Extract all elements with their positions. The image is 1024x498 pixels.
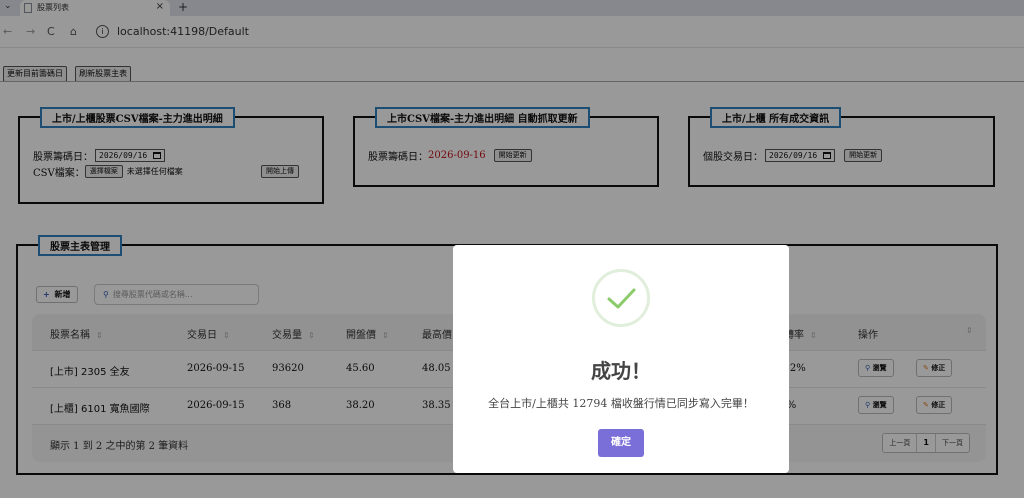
dialog-title: 成功！ [591, 359, 651, 383]
success-check-icon [592, 269, 650, 327]
success-dialog: 成功！ 全台上市/上櫃共 12794 檔收盤行情已同步寫入完畢！ 確定 [453, 245, 789, 473]
check-mark-icon [607, 288, 636, 309]
confirm-button[interactable]: 確定 [598, 429, 644, 457]
dialog-message: 全台上市/上櫃共 12794 檔收盤行情已同步寫入完畢！ [488, 397, 754, 410]
